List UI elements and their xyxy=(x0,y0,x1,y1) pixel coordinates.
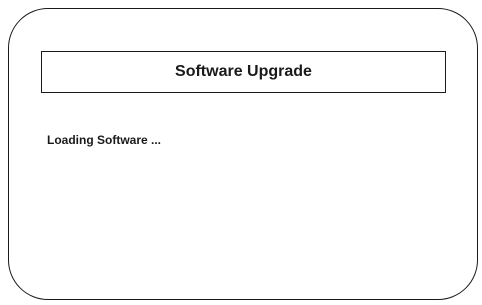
page-title: Software Upgrade xyxy=(175,63,312,80)
upgrade-screen: Software Upgrade Loading Software ... xyxy=(8,8,478,300)
status-text: Loading Software ... xyxy=(47,133,162,147)
title-box: Software Upgrade xyxy=(41,51,446,93)
